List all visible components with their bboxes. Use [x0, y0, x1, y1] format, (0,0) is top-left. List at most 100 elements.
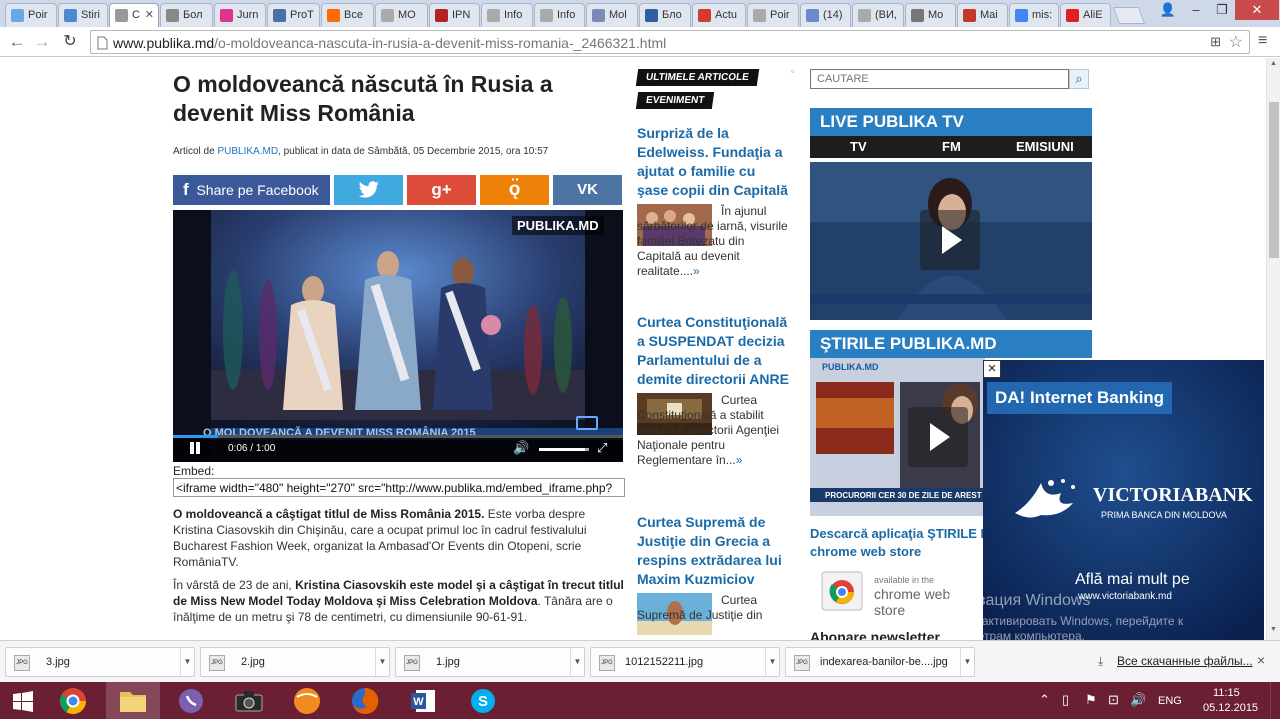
live-tv-header[interactable]: LIVE PUBLIKA TV: [810, 108, 1092, 136]
ad-url[interactable]: www.victoriabank.md: [1078, 591, 1172, 602]
taskbar-viber[interactable]: [164, 682, 218, 719]
live-play-icon[interactable]: [920, 210, 980, 270]
start-button[interactable]: [0, 682, 46, 719]
download-item[interactable]: JPG 1012152211.jpg ▼: [590, 647, 780, 677]
tray-expand-icon[interactable]: ⌃: [1039, 692, 1050, 708]
forward-icon[interactable]: →: [31, 31, 53, 53]
download-menu-icon[interactable]: ▼: [570, 648, 584, 676]
browser-tab[interactable]: Actu: [692, 3, 746, 27]
minimize-button[interactable]: –: [1183, 0, 1209, 20]
share-googleplus-button[interactable]: g+: [407, 175, 476, 205]
taskbar-chrome[interactable]: [46, 682, 100, 719]
show-all-downloads-link[interactable]: Все скачанные файлы...: [1117, 654, 1253, 668]
tab-tv[interactable]: TV: [850, 139, 867, 154]
show-desktop-button[interactable]: [1270, 682, 1280, 719]
share-facebook-button[interactable]: f Share pe Facebook: [173, 175, 330, 205]
share-vk-button[interactable]: VK: [553, 175, 622, 205]
restore-button[interactable]: ❐: [1209, 0, 1235, 20]
browser-tab[interactable]: Info: [534, 3, 585, 27]
download-item[interactable]: JPG 3.jpg ▼: [5, 647, 195, 677]
menu-icon[interactable]: ≡: [1258, 32, 1267, 50]
share-twitter-button[interactable]: [334, 175, 403, 205]
translate-icon[interactable]: ⊞: [1210, 34, 1221, 50]
volume-icon[interactable]: 🔊: [513, 440, 529, 456]
reload-icon[interactable]: ↻: [59, 31, 81, 53]
search-input[interactable]: [810, 69, 1069, 89]
mid-article-1-title[interactable]: Surpriză de la Edelweiss. Fundaţia a aju…: [637, 124, 789, 200]
expand-icon[interactable]: ▫: [791, 66, 794, 76]
share-odnoklassniki-button[interactable]: ǫ̈: [480, 175, 549, 205]
search-icon[interactable]: ⌕: [1069, 69, 1089, 89]
download-menu-icon[interactable]: ▼: [960, 648, 974, 676]
browser-tab[interactable]: MO: [375, 3, 428, 27]
download-menu-icon[interactable]: ▼: [180, 648, 194, 676]
downloads-close-button[interactable]: ×: [1257, 652, 1265, 668]
address-bar[interactable]: www.publika.md/o-moldoveanca-nascuta-in-…: [90, 30, 1250, 54]
taskbar-camera-app[interactable]: [222, 682, 276, 719]
tray-volume-icon[interactable]: 🔊: [1130, 692, 1146, 708]
embed-code-field[interactable]: <iframe width="480" height="270" src="ht…: [173, 478, 625, 497]
browser-tab[interactable]: AliE: [1060, 3, 1111, 27]
volume-slider[interactable]: [539, 448, 589, 451]
browser-tab[interactable]: Mo: [905, 3, 956, 27]
browser-tab[interactable]: ProT: [267, 3, 320, 27]
tray-flag-icon[interactable]: ⚑: [1085, 692, 1097, 708]
tab-emisiuni[interactable]: EMISIUNI: [1016, 139, 1074, 154]
badge-latest-articles[interactable]: ULTIMELE ARTICOLE: [635, 69, 759, 86]
browser-tab[interactable]: Бол: [160, 3, 213, 27]
fullscreen-icon[interactable]: ⤢: [597, 440, 607, 456]
page-scrollbar[interactable]: ▲ ▼: [1266, 58, 1280, 640]
download-item[interactable]: JPG 2.jpg ▼: [200, 647, 390, 677]
browser-tab[interactable]: Poir: [747, 3, 799, 27]
window-close-button[interactable]: ✕: [1235, 0, 1279, 20]
tray-battery-icon[interactable]: ▯: [1062, 692, 1069, 708]
taskbar-skype[interactable]: S: [456, 682, 510, 719]
browser-tab[interactable]: mis:: [1009, 3, 1059, 27]
browser-tab[interactable]: IPN: [429, 3, 480, 27]
browser-tab[interactable]: (ВИ,: [852, 3, 904, 27]
browser-tab[interactable]: Mol: [586, 3, 638, 27]
tray-time[interactable]: 11:15: [1213, 687, 1240, 699]
browser-tab[interactable]: Stiri: [58, 3, 108, 27]
tab-fm[interactable]: FM: [942, 139, 961, 154]
browser-tab[interactable]: Jurn: [214, 3, 266, 27]
tab-close-icon[interactable]: ✕: [145, 8, 154, 21]
scroll-down-icon[interactable]: ▼: [1270, 626, 1277, 633]
back-icon[interactable]: ←: [6, 31, 28, 53]
download-menu-icon[interactable]: ▼: [765, 648, 779, 676]
mid-article-2-title[interactable]: Curtea Constituţională a SUSPENDAT deciz…: [637, 313, 789, 389]
video-scrubber[interactable]: [173, 435, 623, 438]
download-item[interactable]: JPG indexarea-banilor-be....jpg ▼: [785, 647, 975, 677]
bookmark-star-icon[interactable]: ☆: [1229, 32, 1243, 52]
account-icon[interactable]: 👤: [1155, 0, 1181, 20]
mid-article-3-title[interactable]: Curtea Supremă de Justiţie din Grecia a …: [637, 513, 789, 589]
browser-tab[interactable]: Info: [481, 3, 533, 27]
tray-language[interactable]: ENG: [1158, 695, 1182, 707]
taskbar-file-explorer[interactable]: [106, 682, 160, 719]
pause-icon[interactable]: [189, 442, 201, 454]
browser-tab[interactable]: (14): [800, 3, 851, 27]
news-play-icon[interactable]: [908, 407, 968, 467]
taskbar-browser-app[interactable]: [280, 682, 334, 719]
download-item[interactable]: JPG 1.jpg ▼: [395, 647, 585, 677]
browser-tab[interactable]: Все: [321, 3, 374, 27]
news-header[interactable]: ŞTIRILE PUBLIKA.MD: [810, 330, 1092, 358]
tray-network-icon[interactable]: ⊡: [1108, 692, 1119, 708]
cast-icon[interactable]: [576, 416, 598, 430]
scroll-thumb[interactable]: [1269, 102, 1279, 258]
video-player[interactable]: PUBLIKA.MD O MOLDOVEANCĂ A DEVENIT MISS …: [173, 210, 623, 462]
ad-close-button[interactable]: ×: [983, 360, 1001, 378]
read-more-2[interactable]: »: [736, 453, 743, 467]
read-more-1[interactable]: »: [693, 264, 700, 278]
tray-date[interactable]: 05.12.2015: [1203, 702, 1258, 714]
browser-tab[interactable]: Poir: [5, 3, 57, 27]
taskbar-word[interactable]: W: [396, 682, 450, 719]
browser-tab[interactable]: C ✕: [109, 3, 159, 27]
scroll-up-icon[interactable]: ▲: [1270, 60, 1277, 67]
taskbar-firefox[interactable]: [338, 682, 392, 719]
badge-event[interactable]: EVENIMENT: [635, 92, 715, 109]
download-menu-icon[interactable]: ▼: [375, 648, 389, 676]
new-tab-button[interactable]: [1112, 7, 1146, 24]
author-link[interactable]: PUBLIKA.MD: [217, 146, 278, 157]
browser-tab[interactable]: Бло: [639, 3, 691, 27]
